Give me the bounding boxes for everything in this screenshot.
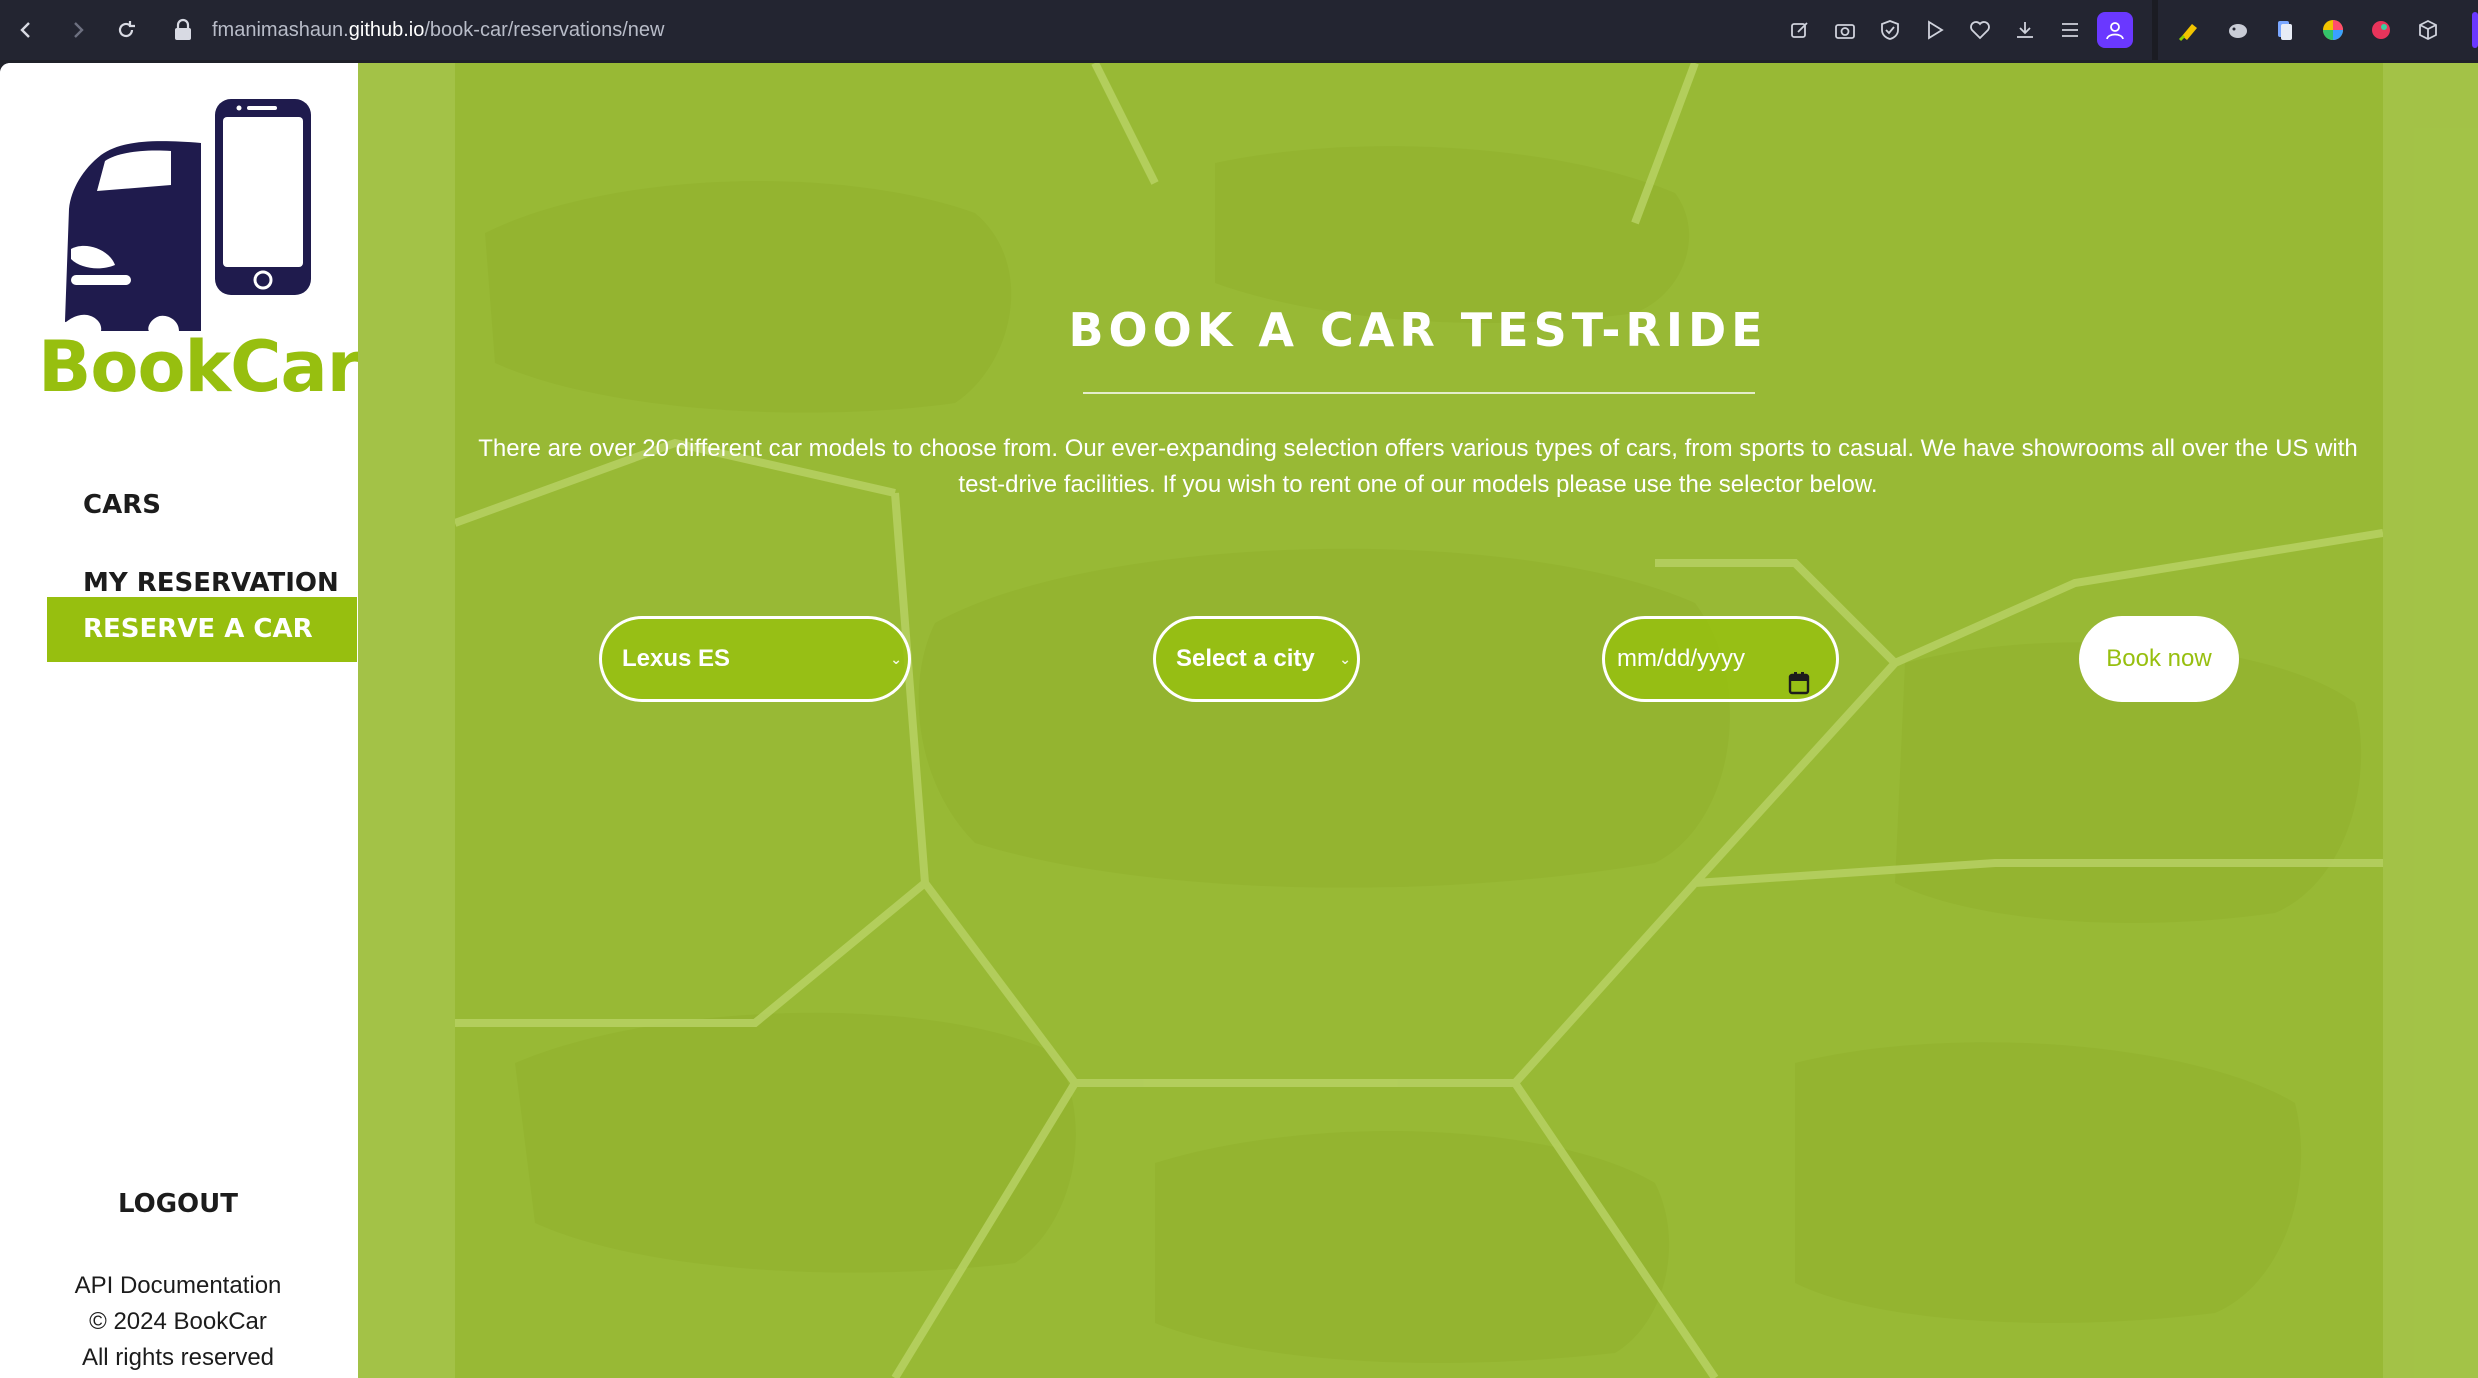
address-bar[interactable]: fmanimashaun.github.io/book-car/reservat…	[212, 14, 664, 46]
rights-text: All rights reserved	[81, 1344, 275, 1371]
toolbar-divider	[2152, 0, 2158, 60]
logout-button[interactable]: LOGOUT	[0, 1189, 356, 1219]
date-input-placeholder: mm/dd/yyyy	[1617, 645, 1746, 672]
page-title: BOOK A CAR TEST-RIDE	[1068, 303, 1768, 357]
sidebar-toggle-accent	[2472, 12, 2478, 48]
clipboard-extension-icon[interactable]	[2271, 16, 2299, 44]
nav-cars[interactable]: CARS	[47, 473, 357, 538]
download-icon[interactable]	[2011, 16, 2039, 44]
copyright-text: © 2024 BookCar	[89, 1308, 267, 1335]
green-overlay	[358, 63, 2478, 1378]
back-icon[interactable]	[10, 14, 42, 46]
brand-name: BookCar	[38, 326, 361, 408]
extensions-cube-icon[interactable]	[2414, 16, 2442, 44]
intro-text: There are over 20 different car models t…	[478, 435, 2358, 498]
browser-toolbar: fmanimashaun.github.io/book-car/reservat…	[0, 0, 2478, 60]
chevron-down-icon: ⌄	[1339, 651, 1351, 667]
camera-icon[interactable]	[1831, 16, 1859, 44]
reservation-main: BOOK A CAR TEST-RIDE There are over 20 d…	[358, 63, 2478, 1378]
city-select-value: Select a city	[1176, 645, 1315, 672]
forward-icon[interactable]	[62, 14, 94, 46]
car-phone-logo-icon	[65, 99, 311, 331]
tracker-extension-icon[interactable]	[2367, 16, 2395, 44]
edit-icon[interactable]	[1786, 16, 1814, 44]
menu-icon[interactable]	[2056, 16, 2084, 44]
play-icon[interactable]	[1921, 16, 1949, 44]
heart-icon[interactable]	[1966, 16, 1994, 44]
reload-icon[interactable]	[110, 14, 142, 46]
profile-icon[interactable]	[2097, 12, 2133, 48]
city-select[interactable]: Select a city ⌄	[1153, 616, 1360, 702]
url-path: /book-car/reservations/new	[424, 19, 665, 41]
page-viewport: BookCar CARS MY RESERVATION RESERVE A CA…	[0, 63, 2478, 1378]
api-documentation-link[interactable]: API Documentation	[0, 1272, 356, 1300]
car-model-select[interactable]: Lexus ES ⌄	[599, 616, 911, 702]
nav-reserve-a-car[interactable]: RESERVE A CAR	[47, 597, 357, 662]
brand-logo[interactable]: BookCar	[36, 99, 361, 408]
highlighter-extension-icon[interactable]	[2176, 16, 2204, 44]
book-now-button[interactable]: Book now	[2079, 616, 2239, 702]
shield-icon[interactable]	[1876, 16, 1904, 44]
sidebar: BookCar CARS MY RESERVATION RESERVE A CA…	[0, 63, 361, 1378]
lock-icon	[172, 18, 194, 42]
color-picker-extension-icon[interactable]	[2319, 16, 2347, 44]
url-host: github.io	[348, 19, 425, 41]
chevron-down-icon: ⌄	[890, 651, 902, 667]
date-input[interactable]: mm/dd/yyyy	[1602, 616, 1839, 702]
mouse-extension-icon[interactable]	[2224, 16, 2252, 44]
title-divider	[1083, 392, 1755, 394]
car-model-select-value: Lexus ES	[622, 645, 731, 672]
calendar-icon[interactable]	[1788, 648, 1810, 695]
url-host-prefix: fmanimashaun.	[212, 19, 349, 41]
